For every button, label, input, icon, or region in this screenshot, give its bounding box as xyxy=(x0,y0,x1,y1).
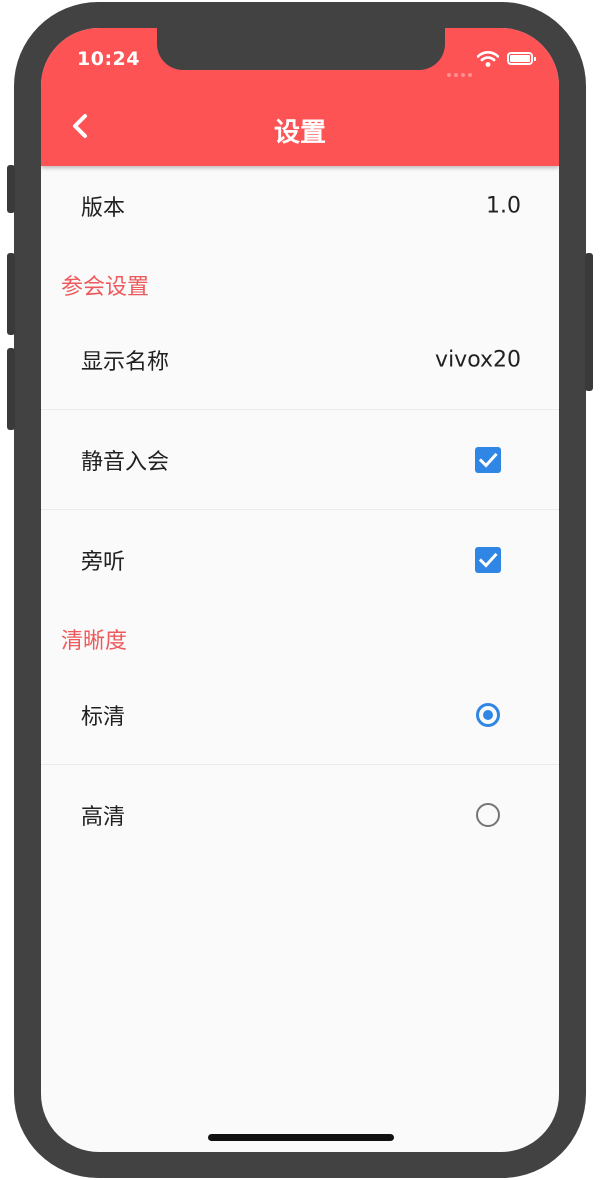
quality-hd-radio[interactable] xyxy=(476,803,500,827)
display-name-row[interactable]: 显示名称 vivox20 xyxy=(41,310,559,410)
status-time: 10:24 xyxy=(77,48,140,70)
section-header-meeting: 参会设置 xyxy=(61,275,150,300)
section-header-quality: 清晰度 xyxy=(61,629,128,654)
version-label: 版本 xyxy=(81,196,126,221)
audit-label: 旁听 xyxy=(81,550,126,575)
version-row: 版本 1.0 xyxy=(41,156,559,256)
display-name-value: vivox20 xyxy=(435,347,521,373)
version-value: 1.0 xyxy=(486,193,521,219)
mute-on-join-checkbox[interactable] xyxy=(475,447,501,473)
quality-sd-radio[interactable] xyxy=(476,703,500,727)
volume-up-button xyxy=(7,253,15,335)
quality-option-label: 标清 xyxy=(81,705,126,730)
silent-switch xyxy=(7,165,15,213)
notch xyxy=(157,28,445,70)
check-icon xyxy=(478,452,498,468)
cellular-signal-icon xyxy=(447,62,475,81)
display-name-label: 显示名称 xyxy=(81,350,170,375)
power-button xyxy=(585,253,593,391)
check-icon xyxy=(478,552,498,568)
volume-down-button xyxy=(7,348,15,430)
screen: 10:24 设置 版本 1.0 参会设置 显示名称 vivox20 静音入会 旁… xyxy=(41,28,559,1152)
mute-on-join-label: 静音入会 xyxy=(81,450,170,475)
home-indicator xyxy=(208,1134,394,1141)
audit-checkbox[interactable] xyxy=(475,547,501,573)
quality-option-label: 高清 xyxy=(81,805,126,830)
page-title: 设置 xyxy=(273,118,326,148)
battery-icon xyxy=(507,52,536,65)
wifi-icon xyxy=(477,51,499,67)
